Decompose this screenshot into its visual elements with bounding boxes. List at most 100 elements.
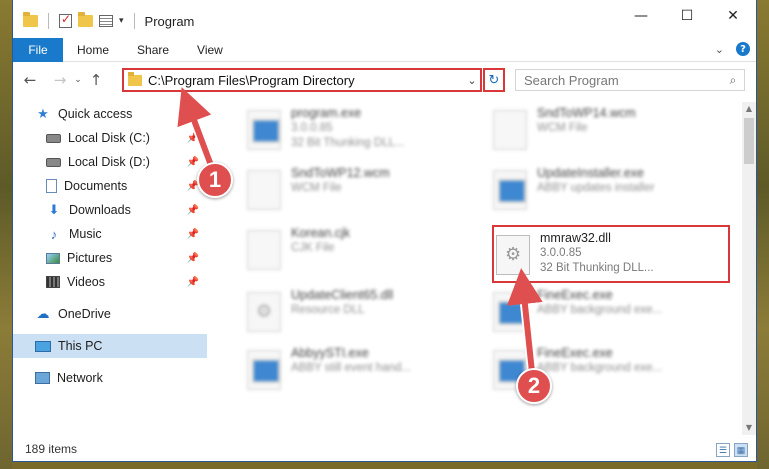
file-icon bbox=[247, 170, 281, 210]
sidebar-item-videos[interactable]: Videos 📌 bbox=[13, 270, 207, 294]
file-name: SndToWP12.wcm bbox=[291, 166, 390, 180]
dll-file-icon bbox=[247, 292, 281, 332]
recent-locations-chevron-icon[interactable]: ⌄ bbox=[71, 75, 85, 85]
file-type: WCM File bbox=[291, 182, 342, 194]
view-toggle: ☰ ▦ bbox=[716, 443, 748, 457]
pin-icon[interactable]: 📌 bbox=[187, 277, 199, 288]
scroll-down-icon[interactable]: ▼ bbox=[742, 421, 756, 435]
sidebar-item-documents[interactable]: Documents 📌 bbox=[13, 174, 207, 198]
address-path[interactable]: C:\Program Files\Program Directory bbox=[148, 73, 464, 88]
file-description: ABBY still event hand... bbox=[291, 362, 411, 374]
sidebar-item-label: Pictures bbox=[67, 251, 113, 265]
local-disk-icon bbox=[46, 133, 61, 143]
ribbon-right-controls: ⌄ ? bbox=[715, 42, 750, 56]
desktop-background bbox=[0, 0, 12, 469]
minimize-button[interactable]: — bbox=[618, 0, 664, 32]
back-arrow-icon[interactable]: ← bbox=[19, 71, 41, 89]
sidebar-item-local-disk-c[interactable]: Local Disk (C:) 📌 bbox=[13, 126, 207, 150]
file-item[interactable]: UpdateClient65.dll Resource DLL bbox=[247, 288, 483, 342]
toolbar-divider bbox=[48, 13, 49, 29]
sidebar-item-label: Music bbox=[69, 227, 102, 241]
pin-icon[interactable]: 📌 bbox=[187, 205, 199, 216]
sidebar-item-label: Local Disk (C:) bbox=[68, 131, 150, 145]
window-title: Program bbox=[144, 13, 195, 29]
sidebar-item-onedrive[interactable]: ☁ OneDrive bbox=[13, 302, 207, 326]
pictures-icon bbox=[46, 252, 60, 264]
file-item[interactable]: UpdateInstaller.exe ABBY updates install… bbox=[493, 166, 729, 220]
sidebar-item-network[interactable]: Network bbox=[13, 366, 207, 390]
exe-file-icon bbox=[493, 170, 527, 210]
file-description: ABBY background exe... bbox=[537, 304, 663, 316]
pin-icon[interactable]: 📌 bbox=[187, 157, 199, 168]
sidebar-item-pictures[interactable]: Pictures 📌 bbox=[13, 246, 207, 270]
file-item[interactable]: Korean.cjk CJK File bbox=[247, 226, 483, 280]
file-name: Korean.cjk bbox=[291, 226, 351, 240]
address-bar[interactable]: C:\Program Files\Program Directory ⌄ bbox=[122, 68, 482, 92]
address-dropdown-icon[interactable]: ⌄ bbox=[464, 74, 480, 87]
customize-toolbar-icon[interactable]: ▾ bbox=[119, 16, 124, 26]
network-icon bbox=[35, 372, 50, 384]
forward-arrow-icon[interactable]: → bbox=[49, 71, 71, 89]
sidebar-item-downloads[interactable]: ⬇ Downloads 📌 bbox=[13, 198, 207, 222]
file-item[interactable]: program.exe 3.0.0.85 32 Bit Thunking DLL… bbox=[247, 106, 483, 160]
search-icon[interactable]: ⌕ bbox=[722, 73, 744, 88]
file-explorer-window: ▾ Program — ☐ ✕ File Home Share View ⌄ ?… bbox=[12, 0, 757, 462]
pin-icon[interactable]: 📌 bbox=[187, 133, 199, 144]
videos-icon bbox=[46, 276, 60, 288]
file-item[interactable]: SndToWP12.wcm WCM File bbox=[247, 166, 483, 220]
file-item[interactable]: SndToWP14.wcm WCM File bbox=[493, 106, 729, 160]
file-description: ABBY background exe... bbox=[537, 362, 663, 374]
file-name: UpdateClient65.dll bbox=[291, 288, 394, 302]
search-placeholder: Search Program bbox=[524, 72, 619, 88]
exe-file-icon bbox=[247, 110, 281, 150]
tab-view[interactable]: View bbox=[183, 43, 237, 57]
window-controls: — ☐ ✕ bbox=[618, 0, 756, 32]
new-folder-icon[interactable] bbox=[78, 12, 93, 27]
file-item[interactable]: FineExec.exe ABBY background exe... bbox=[493, 288, 729, 342]
downloads-icon: ⬇ bbox=[48, 202, 60, 217]
up-arrow-icon[interactable]: ↑ bbox=[85, 71, 107, 89]
sidebar-item-label: Network bbox=[57, 371, 103, 385]
vertical-scrollbar[interactable]: ▲ ▼ bbox=[742, 102, 756, 435]
maximize-button[interactable]: ☐ bbox=[664, 0, 710, 32]
file-icon bbox=[247, 230, 281, 270]
highlighted-file-frame: mmraw32.dll 3.0.0.85 32 Bit Thunking DLL… bbox=[492, 225, 730, 283]
sidebar-item-this-pc[interactable]: This PC bbox=[13, 334, 207, 358]
expand-ribbon-icon[interactable]: ⌄ bbox=[715, 43, 724, 56]
pin-icon[interactable]: 📌 bbox=[187, 253, 199, 264]
tab-share[interactable]: Share bbox=[123, 43, 183, 57]
scroll-thumb[interactable] bbox=[744, 118, 754, 164]
file-name: SndToWP14.wcm bbox=[537, 106, 636, 120]
tab-file[interactable]: File bbox=[13, 37, 63, 62]
item-count: 189 items bbox=[25, 442, 78, 456]
details-view-icon[interactable]: ☰ bbox=[716, 443, 730, 457]
title-bar: ▾ Program — ☐ ✕ bbox=[13, 0, 756, 42]
exe-file-icon bbox=[247, 350, 281, 390]
sidebar-item-local-disk-d[interactable]: Local Disk (D:) 📌 bbox=[13, 150, 207, 174]
tab-home[interactable]: Home bbox=[63, 43, 123, 57]
file-item[interactable]: AbbyySTI.exe ABBY still event hand... bbox=[247, 346, 483, 400]
large-icons-view-icon[interactable]: ▦ bbox=[734, 443, 748, 457]
file-list: program.exe 3.0.0.85 32 Bit Thunking DLL… bbox=[219, 102, 742, 435]
close-button[interactable]: ✕ bbox=[710, 0, 756, 32]
properties-check-icon[interactable] bbox=[59, 12, 72, 28]
file-version: 3.0.0.85 bbox=[540, 247, 582, 259]
sidebar-item-quick-access[interactable]: ★ Quick access bbox=[13, 102, 207, 126]
sidebar-item-label: Quick access bbox=[58, 107, 133, 121]
scroll-up-icon[interactable]: ▲ bbox=[742, 102, 756, 116]
help-icon[interactable]: ? bbox=[736, 42, 750, 56]
refresh-button[interactable]: ↻ bbox=[483, 68, 505, 92]
pin-icon[interactable]: 📌 bbox=[187, 229, 199, 240]
file-name: mmraw32.dll bbox=[540, 231, 611, 245]
exe-file-icon bbox=[493, 292, 527, 332]
sidebar-item-label: This PC bbox=[58, 339, 103, 353]
sidebar-item-music[interactable]: ♪ Music 📌 bbox=[13, 222, 207, 246]
file-type: WCM File bbox=[537, 122, 588, 134]
file-description: ABBY updates installer bbox=[537, 182, 655, 194]
callout-step-2: 2 bbox=[516, 368, 552, 404]
properties-icon[interactable] bbox=[99, 15, 113, 27]
search-input[interactable]: Search Program ⌕ bbox=[515, 69, 745, 91]
file-item-mmraw32-dll[interactable]: mmraw32.dll 3.0.0.85 32 Bit Thunking DLL… bbox=[496, 231, 732, 285]
